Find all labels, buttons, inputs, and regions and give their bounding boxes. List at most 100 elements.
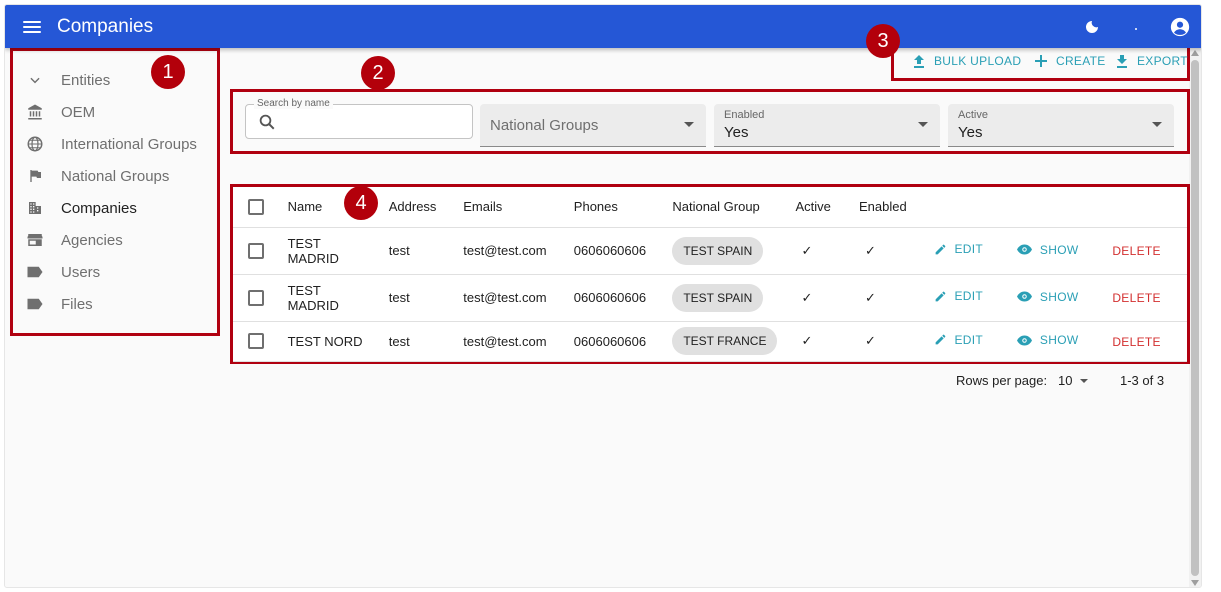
active-check-icon: ✓ (795, 227, 859, 275)
caret-down-icon (1152, 122, 1162, 127)
page-title: Companies (57, 15, 154, 37)
national-group-chip[interactable]: TEST SPAIN (672, 283, 764, 312)
sidebar-item-label: National Groups (61, 167, 170, 185)
column-header-emails: Emails (463, 187, 574, 228)
create-button[interactable]: CREATE (1034, 50, 1106, 72)
sidebar-item-label: OEM (61, 103, 96, 121)
label-icon (25, 262, 45, 282)
scroll-up-icon[interactable] (1191, 50, 1199, 56)
plus-icon (1034, 54, 1048, 68)
delete-button[interactable]: DELETE (1112, 291, 1160, 305)
enabled-check-icon: ✓ (858, 274, 934, 322)
sidebar-item-label: International Groups (61, 135, 197, 153)
active-select[interactable]: Active Yes (948, 104, 1174, 147)
company-address: test (388, 227, 464, 275)
pencil-icon (934, 333, 947, 346)
pagination-range: 1-3 of 3 (1120, 373, 1165, 388)
download-icon (1115, 54, 1129, 68)
enabled-select[interactable]: Enabled Yes (714, 104, 940, 147)
national-group-chip[interactable]: TEST SPAIN (672, 236, 764, 265)
company-name: TEST NORD (287, 321, 389, 362)
chevron-down-icon (25, 70, 45, 90)
table-row[interactable]: TEST NORD test test@test.com 0606060606 … (233, 321, 1187, 362)
annotation-badge-4: 4 (344, 186, 378, 220)
enabled-check-icon: ✓ (858, 321, 934, 362)
scroll-down-icon[interactable] (1191, 580, 1199, 586)
active-label: Active (958, 109, 988, 121)
sidebar-item-users[interactable]: Users (25, 260, 100, 284)
sidebar-item-entities[interactable]: Entities (25, 68, 110, 92)
sidebar-item-national-groups[interactable]: National Groups (25, 164, 169, 188)
company-email: test@test.com (463, 321, 574, 362)
show-button[interactable]: SHOW (1016, 333, 1079, 347)
sidebar-item-label: Companies (61, 199, 137, 217)
enabled-value: Yes (724, 124, 749, 141)
eye-icon (1016, 335, 1032, 346)
search-field[interactable]: Search by name (245, 98, 473, 139)
sidebar-item-files[interactable]: Files (25, 292, 93, 316)
company-phone: 0606060606 (573, 227, 673, 275)
globe-icon (25, 134, 45, 154)
pencil-icon (934, 243, 947, 256)
vertical-scrollbar[interactable] (1189, 48, 1201, 587)
enabled-check-icon: ✓ (858, 227, 934, 275)
national-groups-select[interactable]: National Groups (480, 104, 706, 147)
company-email: test@test.com (463, 274, 574, 322)
export-label: EXPORT (1137, 54, 1188, 68)
store-icon (25, 230, 45, 250)
search-label: Search by name (254, 98, 333, 109)
eye-icon (1016, 244, 1032, 255)
column-header-national-group: National Group (672, 187, 796, 228)
bulk-upload-button[interactable]: BULK UPLOAD (912, 50, 1021, 72)
rows-per-page-label: Rows per page: (956, 373, 1048, 388)
show-button[interactable]: SHOW (1016, 243, 1079, 257)
company-name: TEST MADRID (287, 282, 339, 313)
table-row[interactable]: TEST MADRID test test@test.com 0606060606… (233, 274, 1187, 322)
bank-icon (25, 102, 45, 122)
edit-button[interactable]: EDIT (934, 333, 984, 347)
show-button[interactable]: SHOW (1016, 290, 1079, 304)
rows-per-page-select[interactable]: 10 (1058, 373, 1089, 388)
table-row[interactable]: TEST MADRID test test@test.com 0606060606… (233, 227, 1187, 275)
caret-down-icon (1080, 378, 1089, 383)
sidebar-item-companies[interactable]: Companies (25, 196, 137, 220)
label-icon (25, 294, 45, 314)
export-button[interactable]: EXPORT (1115, 50, 1188, 72)
row-checkbox[interactable] (248, 289, 264, 306)
edit-button[interactable]: EDIT (934, 289, 984, 303)
app-bar: Companies (5, 5, 1201, 48)
row-checkbox[interactable] (248, 242, 264, 259)
company-phone: 0606060606 (573, 274, 673, 322)
column-header-enabled: Enabled (858, 187, 934, 228)
flag-icon (25, 166, 45, 186)
active-check-icon: ✓ (795, 274, 859, 322)
select-all-checkbox[interactable] (248, 198, 264, 215)
scrollbar-thumb[interactable] (1191, 60, 1199, 576)
edit-button[interactable]: EDIT (934, 242, 984, 256)
active-value: Yes (958, 124, 983, 141)
sidebar-item-agencies[interactable]: Agencies (25, 228, 123, 252)
caret-down-icon (918, 122, 928, 127)
active-check-icon: ✓ (795, 321, 859, 362)
caret-down-icon (684, 122, 694, 127)
menu-icon[interactable] (21, 18, 43, 36)
company-email: test@test.com (463, 227, 574, 275)
delete-button[interactable]: DELETE (1112, 244, 1160, 258)
annotation-badge-2: 2 (361, 56, 395, 90)
create-label: CREATE (1056, 54, 1106, 68)
sidebar-item-international-groups[interactable]: International Groups (25, 132, 197, 156)
enabled-label: Enabled (724, 109, 765, 121)
sidebar-item-oem[interactable]: OEM (25, 100, 95, 124)
upload-icon (912, 54, 926, 68)
theme-toggle-icon[interactable] (1081, 16, 1103, 38)
search-input[interactable] (284, 111, 464, 133)
company-name: TEST MADRID (287, 235, 339, 266)
sidebar-item-label: Entities (61, 71, 111, 89)
delete-button[interactable]: DELETE (1112, 335, 1160, 349)
national-group-chip[interactable]: TEST FRANCE (672, 327, 778, 355)
row-checkbox[interactable] (248, 333, 264, 349)
sidebar-item-label: Users (61, 263, 101, 281)
account-icon[interactable] (1169, 16, 1191, 38)
sidebar-item-label: Files (61, 295, 93, 313)
eye-icon (1016, 291, 1032, 302)
